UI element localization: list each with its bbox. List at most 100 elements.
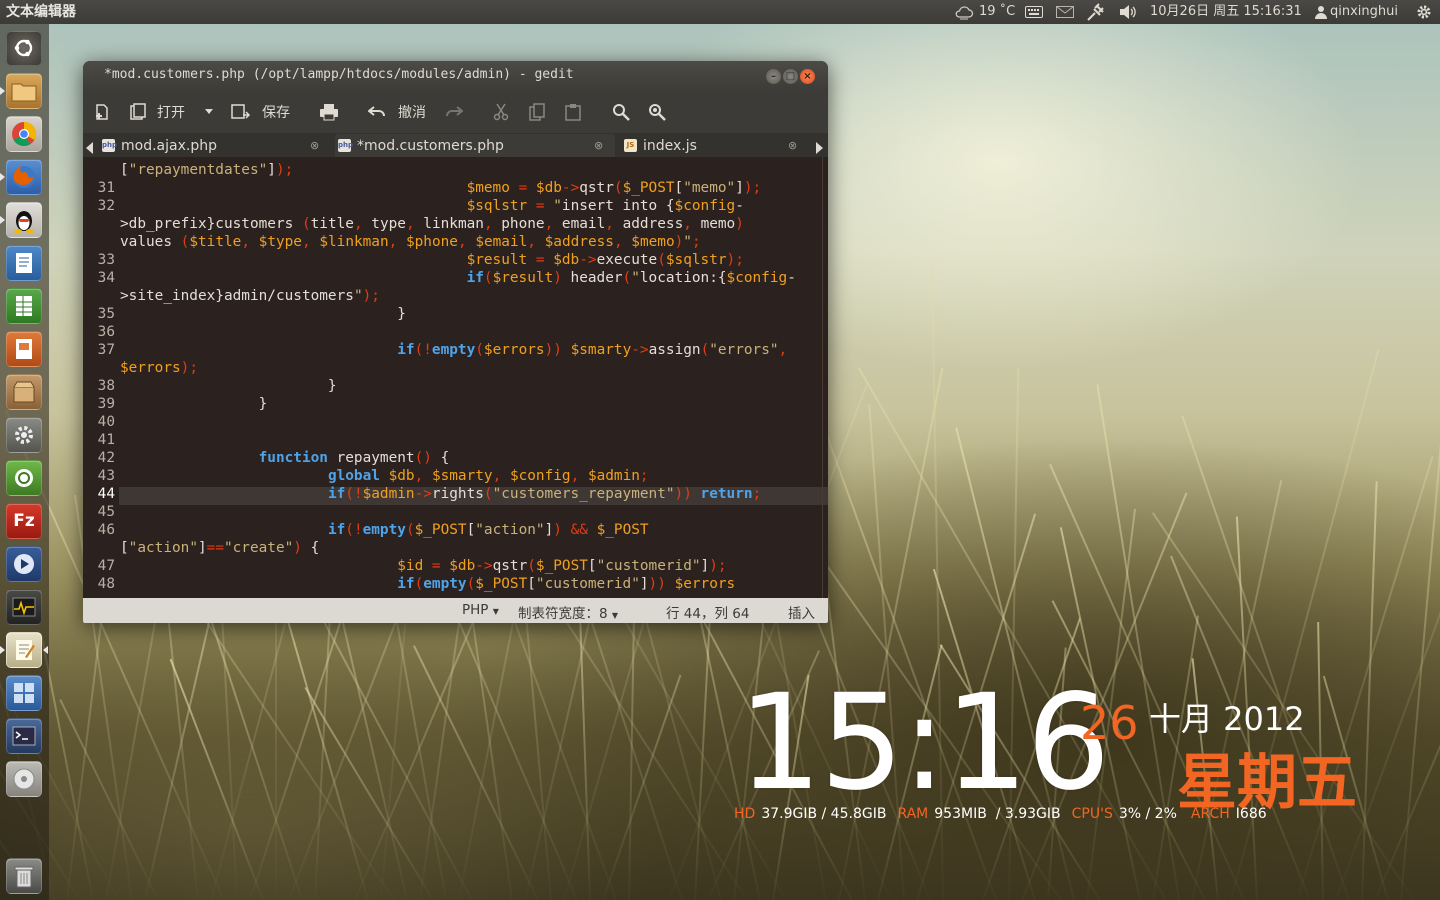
tabs-scroll-right-button[interactable] bbox=[815, 139, 823, 158]
code-line[interactable]: ["action"]=="create") { bbox=[83, 539, 828, 557]
code-line[interactable]: 35 } bbox=[83, 305, 828, 323]
tab-mod-ajax[interactable]: php mod.ajax.php ⊗ bbox=[102, 134, 332, 157]
code-text: if(!$admin->rights("customers_repayment"… bbox=[327, 486, 762, 502]
tab-index-js[interactable]: JS index.js ⊗ bbox=[624, 134, 804, 157]
launcher-archive-manager[interactable] bbox=[6, 374, 42, 410]
weather-temperature: 19 ˚C bbox=[979, 4, 1016, 19]
clock-indicator[interactable]: 10月26日 周五 15:16:31 bbox=[1150, 0, 1302, 24]
tabs-scroll-left-button[interactable] bbox=[86, 139, 94, 158]
code-line[interactable]: >db_prefix}customers (title, type, linkm… bbox=[83, 215, 828, 233]
launcher-firefox[interactable] bbox=[6, 159, 42, 195]
monitor-graph-icon bbox=[12, 597, 36, 617]
workspaces-icon bbox=[14, 683, 34, 703]
undo-arrow-icon bbox=[368, 105, 385, 116]
code-line[interactable]: 39 } bbox=[83, 395, 828, 413]
code-line[interactable]: 34 if($result) header("location:{$config… bbox=[83, 269, 828, 287]
code-line[interactable]: 37 if(!empty($errors)) $smarty->assign("… bbox=[83, 341, 828, 359]
keyboard-indicator[interactable] bbox=[1025, 0, 1043, 24]
maximize-button[interactable]: □ bbox=[783, 69, 798, 84]
cut-button[interactable] bbox=[493, 90, 509, 133]
tab-label: index.js bbox=[643, 137, 697, 154]
launcher-filezilla[interactable]: Fz bbox=[6, 503, 42, 539]
new-button[interactable] bbox=[93, 90, 111, 133]
user-indicator[interactable]: qinxinghui bbox=[1315, 0, 1398, 24]
code-line[interactable]: 44 if(!$admin->rights("customers_repayme… bbox=[83, 485, 828, 503]
code-line[interactable]: 46 if(!empty($_POST["action"]) && $_POST bbox=[83, 521, 828, 539]
launcher-system-settings[interactable] bbox=[6, 417, 42, 453]
launcher-gedit[interactable] bbox=[6, 632, 42, 668]
code-line[interactable]: 38 } bbox=[83, 377, 828, 395]
weather-indicator[interactable]: 19 ˚C bbox=[954, 0, 1015, 24]
print-button[interactable] bbox=[319, 90, 339, 133]
launcher-cd-drive[interactable] bbox=[6, 761, 42, 797]
tab-width-selector[interactable]: 制表符宽度：8 ▼ bbox=[518, 602, 618, 622]
code-line[interactable]: 36 bbox=[83, 323, 828, 341]
session-indicator[interactable] bbox=[1416, 0, 1432, 24]
find-replace-button[interactable] bbox=[648, 90, 666, 133]
code-line[interactable]: 31 $memo = $db->qstr($_POST["memo"]); bbox=[83, 179, 828, 197]
line-number: 31 bbox=[97, 180, 115, 196]
paste-button[interactable] bbox=[565, 90, 581, 133]
tab-close-icon[interactable]: ⊗ bbox=[788, 139, 797, 152]
code-line[interactable]: values ($title, $type, $linkman, $phone,… bbox=[83, 233, 828, 251]
launcher-media-player[interactable] bbox=[6, 546, 42, 582]
sound-indicator[interactable] bbox=[1118, 0, 1138, 24]
tab-mod-customers[interactable]: php *mod.customers.php ⊗ bbox=[335, 134, 615, 157]
settings-wrench-icon bbox=[15, 426, 33, 444]
redo-button[interactable] bbox=[445, 90, 463, 133]
code-editor[interactable]: ["repaymentdates"]); 31 $memo = $db->qstr… bbox=[83, 157, 828, 598]
close-button[interactable]: × bbox=[800, 69, 815, 84]
launcher-files[interactable] bbox=[6, 73, 42, 109]
open-document-icon bbox=[130, 102, 146, 120]
code-text: $result = $db->execute($sqlstr); bbox=[466, 252, 744, 268]
launcher-ubuntu-one[interactable] bbox=[6, 460, 42, 496]
open-button[interactable]: 打开 bbox=[129, 90, 185, 133]
code-line[interactable]: 32 $sqlstr = "insert into {$config- bbox=[83, 197, 828, 215]
launcher-qq[interactable] bbox=[6, 202, 42, 238]
launcher-impress[interactable] bbox=[6, 331, 42, 367]
launcher-terminal[interactable] bbox=[6, 718, 42, 754]
minimize-button[interactable]: – bbox=[766, 69, 781, 84]
launcher-writer[interactable] bbox=[6, 245, 42, 281]
window-titlebar[interactable]: *mod.customers.php (/opt/lampp/htdocs/mo… bbox=[83, 61, 828, 90]
code-line[interactable]: 40 bbox=[83, 413, 828, 431]
code-line[interactable]: >site_index}admin/customers"); bbox=[83, 287, 828, 305]
code-line[interactable]: 45 bbox=[83, 503, 828, 521]
code-line[interactable]: $errors); bbox=[83, 359, 828, 377]
tab-close-icon[interactable]: ⊗ bbox=[310, 139, 319, 152]
filezilla-icon: Fz bbox=[13, 511, 35, 531]
messaging-indicator[interactable] bbox=[1056, 0, 1074, 24]
code-line[interactable]: 48 if(empty($_POST["customerid"])) $erro… bbox=[83, 575, 828, 593]
copy-button[interactable] bbox=[529, 90, 545, 133]
search-replace-icon bbox=[649, 103, 666, 121]
launcher-workspace-switcher[interactable] bbox=[6, 675, 42, 711]
code-line[interactable]: 42 function repayment() { bbox=[83, 449, 828, 467]
line-number: 39 bbox=[97, 396, 115, 412]
code-line[interactable]: 33 $result = $db->execute($sqlstr); bbox=[83, 251, 828, 269]
tab-close-icon[interactable]: ⊗ bbox=[594, 139, 603, 152]
hd-value: 37.9GIB / 45.8GIB bbox=[761, 806, 887, 822]
launcher-dash-home[interactable] bbox=[6, 30, 42, 66]
launcher-running-pip bbox=[0, 646, 5, 654]
launcher-system-monitor[interactable] bbox=[6, 589, 42, 625]
find-button[interactable] bbox=[612, 90, 630, 133]
launcher-focused-pip bbox=[43, 646, 48, 654]
open-label: 打开 bbox=[157, 104, 185, 121]
open-recent-dropdown[interactable] bbox=[205, 90, 213, 133]
code-line[interactable]: 41 bbox=[83, 431, 828, 449]
save-button[interactable]: 保存 bbox=[230, 90, 290, 133]
launcher-trash[interactable] bbox=[6, 858, 42, 894]
launcher-chrome[interactable] bbox=[6, 116, 42, 152]
gedit-window: *mod.customers.php (/opt/lampp/htdocs/mo… bbox=[83, 61, 828, 623]
line-number: 42 bbox=[97, 450, 115, 466]
network-indicator[interactable] bbox=[1086, 0, 1106, 24]
code-line[interactable]: 43 global $db, $smarty, $config, $admin; bbox=[83, 467, 828, 485]
gear-icon bbox=[1417, 5, 1431, 19]
undo-button[interactable]: 撤消 bbox=[368, 90, 426, 133]
code-line[interactable]: ["repaymentdates"]); bbox=[83, 161, 828, 179]
statusbar: PHP ▼ 制表符宽度：8 ▼ 行 44，列 64 插入 bbox=[83, 598, 828, 623]
launcher-calc[interactable] bbox=[6, 288, 42, 324]
code-line[interactable]: 47 $id = $db->qstr($_POST["customerid"])… bbox=[83, 557, 828, 575]
language-selector[interactable]: PHP ▼ bbox=[462, 602, 499, 618]
terminal-icon bbox=[12, 726, 36, 746]
